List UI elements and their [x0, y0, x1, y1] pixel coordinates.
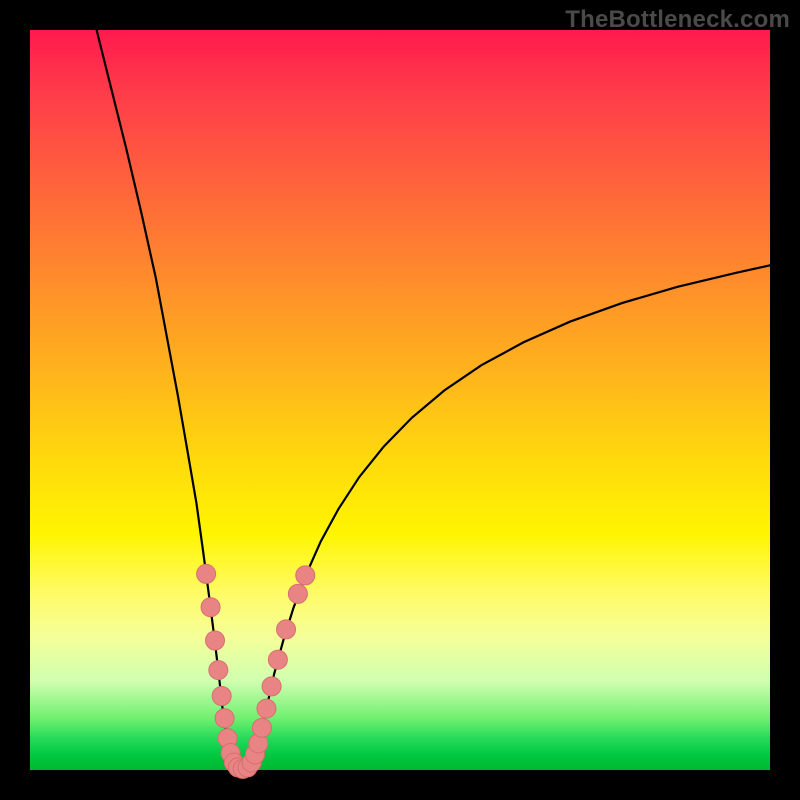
- data-marker: [201, 598, 220, 617]
- data-marker: [215, 709, 234, 728]
- chart-frame: TheBottleneck.com: [0, 0, 800, 800]
- data-marker: [277, 620, 296, 639]
- data-markers: [197, 564, 315, 778]
- data-marker: [197, 564, 216, 583]
- data-marker: [209, 661, 228, 680]
- data-marker: [288, 584, 307, 603]
- data-marker: [212, 687, 231, 706]
- data-marker: [262, 677, 281, 696]
- data-marker: [257, 699, 276, 718]
- data-marker: [252, 718, 271, 737]
- data-marker: [296, 566, 315, 585]
- plot-area: [30, 30, 770, 770]
- data-marker: [268, 650, 287, 669]
- bottleneck-curve: [97, 30, 770, 770]
- chart-svg: [30, 30, 770, 770]
- data-marker: [206, 631, 225, 650]
- watermark-text: TheBottleneck.com: [565, 6, 790, 34]
